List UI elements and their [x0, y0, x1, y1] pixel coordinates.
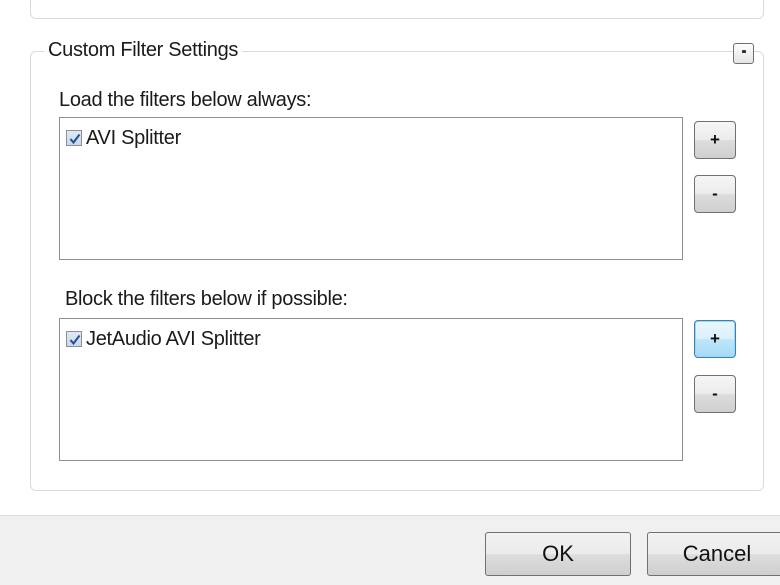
checkbox[interactable] — [66, 130, 82, 146]
list-item[interactable]: JetAudio AVI Splitter — [66, 327, 261, 351]
cancel-button[interactable]: Cancel — [647, 532, 780, 576]
list-item[interactable]: AVI Splitter — [66, 126, 181, 150]
list-item-label: JetAudio AVI Splitter — [86, 327, 261, 350]
remove-block-filter-button[interactable]: - — [694, 375, 736, 413]
checkmark-icon — [69, 133, 81, 145]
list-item-label: AVI Splitter — [86, 126, 181, 149]
block-filter-list[interactable]: JetAudio AVI Splitter — [59, 318, 683, 461]
add-always-filter-button[interactable]: + — [694, 121, 736, 159]
remove-always-filter-button[interactable]: - — [694, 175, 736, 213]
ok-button[interactable]: OK — [485, 532, 631, 576]
checkmark-icon — [69, 334, 81, 346]
collapse-button[interactable] — [733, 43, 754, 64]
always-filter-list[interactable]: AVI Splitter — [59, 117, 683, 260]
previous-group-box — [30, 0, 764, 19]
add-block-filter-button[interactable]: + — [694, 320, 736, 358]
always-label: Load the filters below always: — [59, 89, 312, 111]
collapse-icon — [742, 50, 746, 53]
block-label: Block the filters below if possible: — [65, 288, 348, 310]
group-title: Custom Filter Settings — [44, 39, 243, 62]
checkbox[interactable] — [66, 331, 82, 347]
